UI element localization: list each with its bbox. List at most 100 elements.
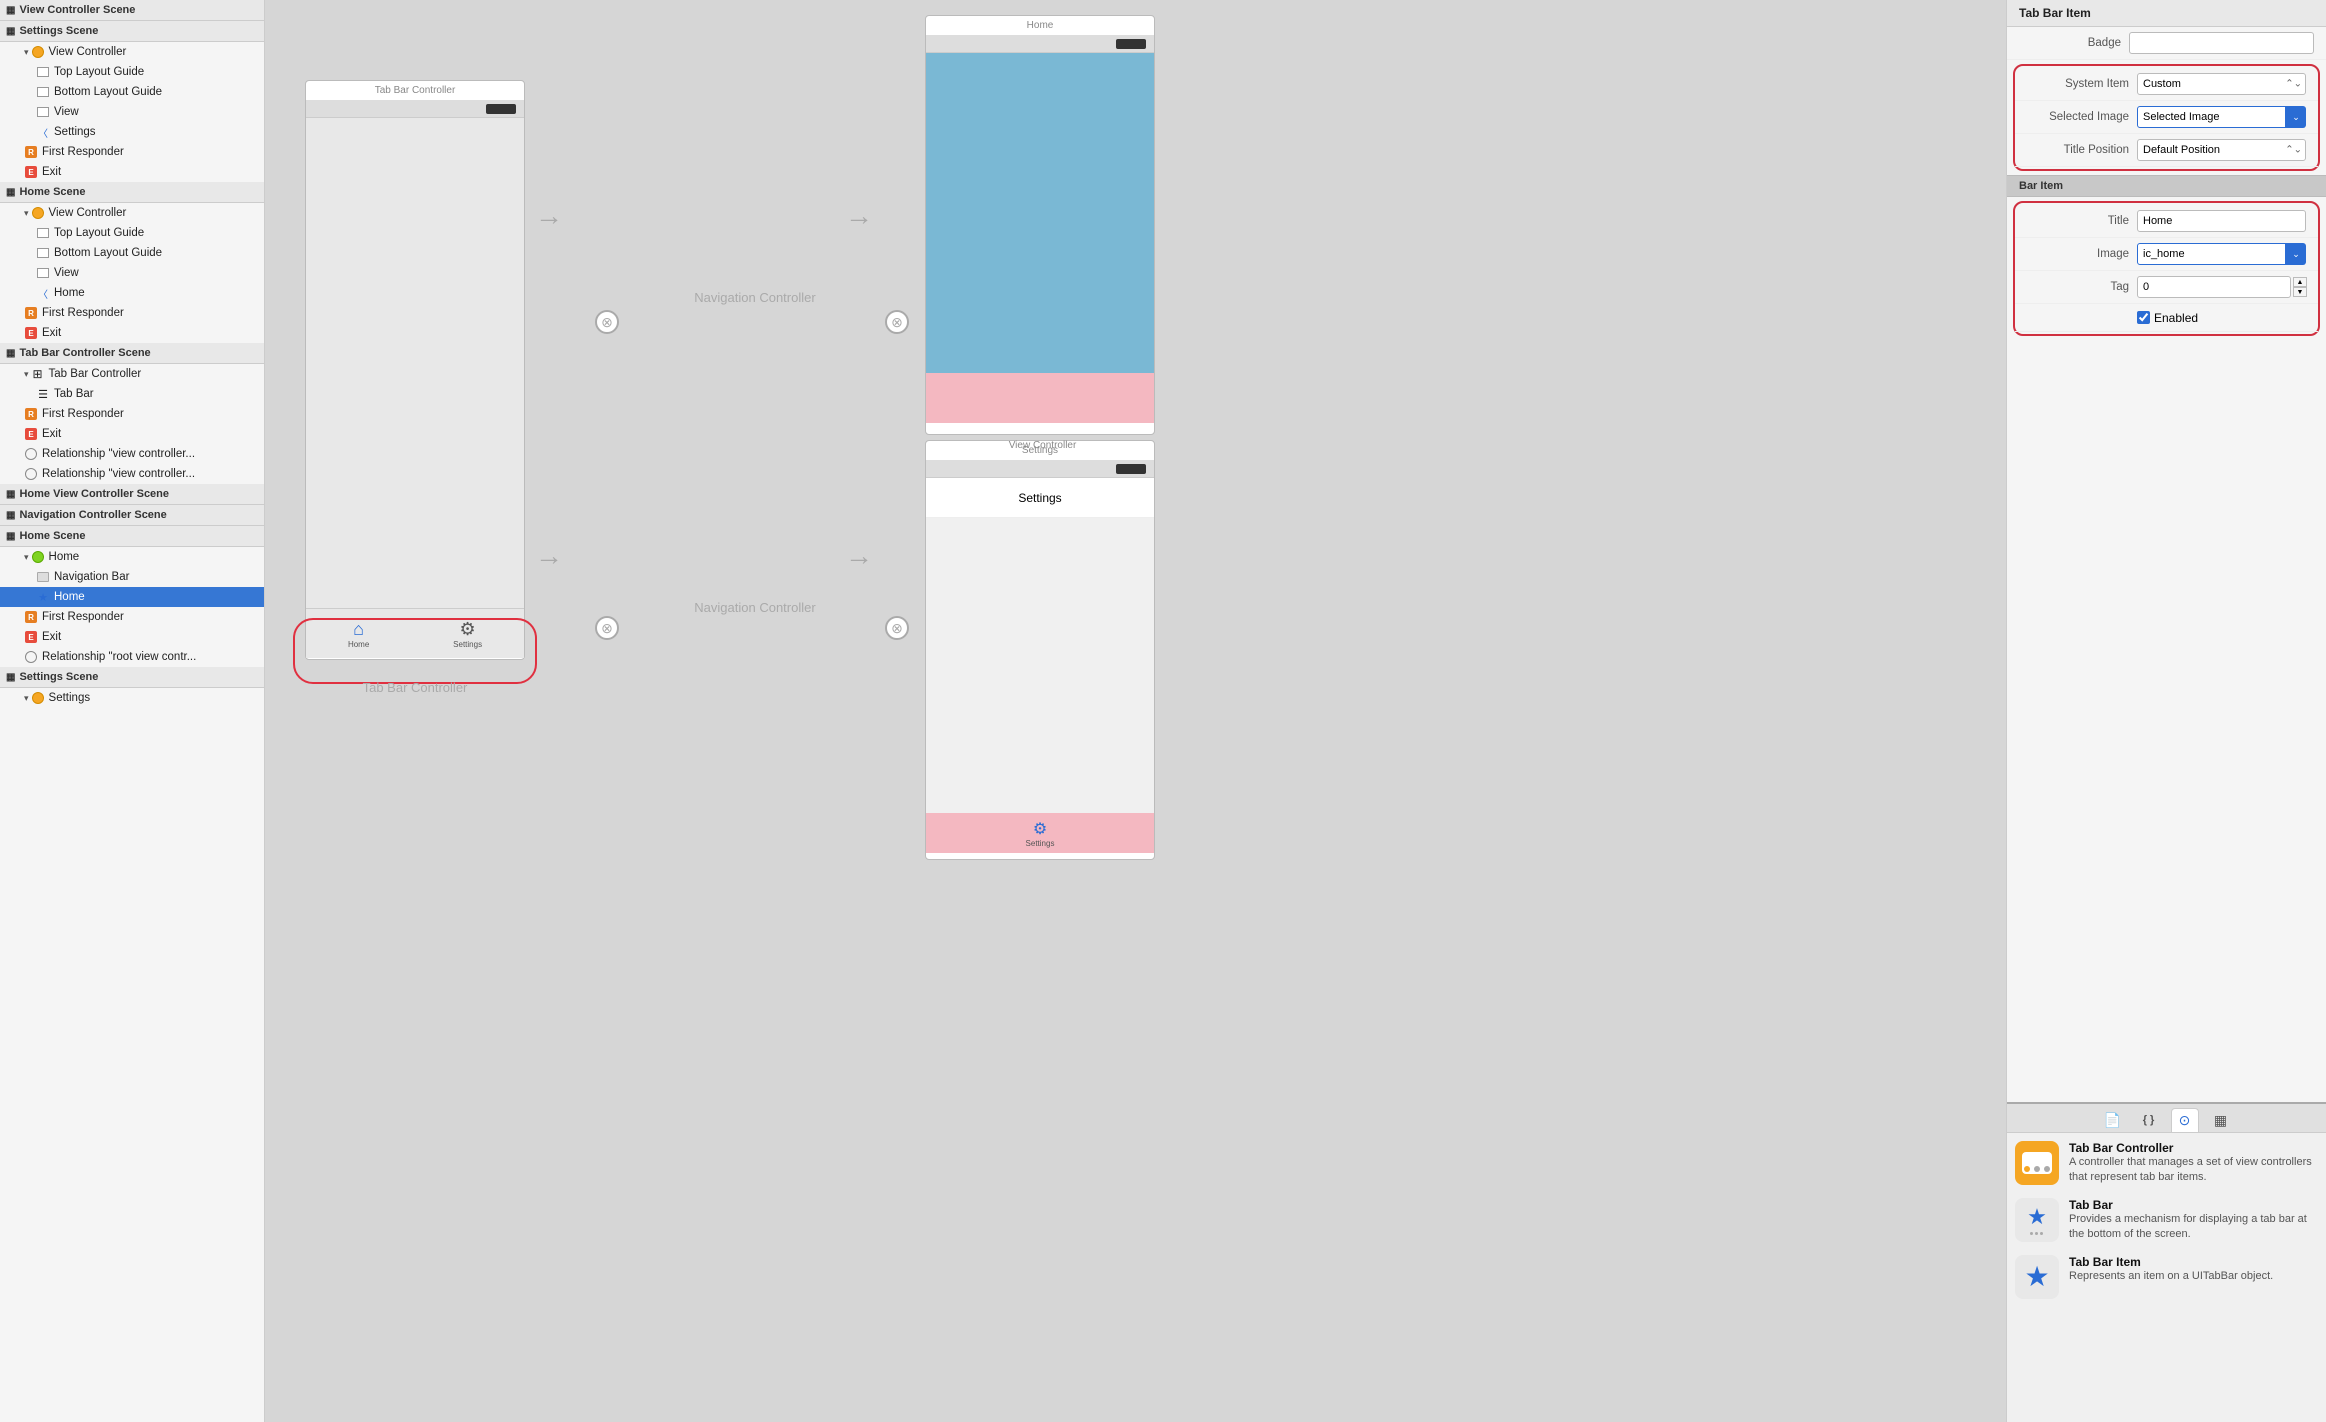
rect-icon [36, 266, 50, 280]
tbi-lib-text: Tab Bar Item Represents an item on a UIT… [2069, 1255, 2318, 1284]
home-scene-frame: Home [925, 15, 1155, 435]
relationship-icon [24, 467, 38, 481]
scene-icon: ▦ [6, 489, 15, 500]
sidebar-item-tab-bar[interactable]: ☰ Tab Bar [0, 384, 264, 404]
lib-tab-media[interactable]: ⊙ [2171, 1108, 2199, 1132]
settings-tab-icon: ⚙ [460, 619, 476, 640]
home-tab-item[interactable]: ⌂ Home [348, 619, 369, 649]
sidebar-item-first-resp-top[interactable]: R First Responder [0, 142, 264, 162]
tag-increment[interactable]: ▲ [2293, 277, 2307, 287]
enabled-checkbox-group: Enabled [2137, 311, 2198, 325]
chevron-icon: ▾ [24, 208, 29, 219]
section-label: Settings Scene [19, 25, 98, 37]
sidebar-section-view-controller-scene: ▦ View Controller Scene [0, 0, 264, 21]
status-indicator [1116, 39, 1146, 49]
system-item-oval: System Item Custom ⌃⌄ Selected Image Sel… [2013, 64, 2320, 171]
inspector-panel: Tab Bar Item Badge System Item Custom ⌃⌄… [2007, 0, 2326, 1102]
sidebar-item-nav-bar[interactable]: Navigation Bar [0, 567, 264, 587]
badge-label: Badge [2019, 37, 2129, 49]
badge-input[interactable] [2129, 32, 2314, 54]
scene-icon: ▦ [6, 26, 15, 37]
sidebar-item-vc-top[interactable]: ▾ View Controller [0, 42, 264, 62]
selected-image-row: Selected Image Selected Image ⌄ [2015, 101, 2318, 134]
tab-bar-content-area [306, 118, 524, 608]
green-dot-icon [31, 550, 45, 564]
sidebar-item-settings-link[interactable]: 〈 Settings [0, 122, 264, 142]
sidebar-item-tbc[interactable]: ▾ ⊞ Tab Bar Controller [0, 364, 264, 384]
sidebar-item-settings-dot[interactable]: ▾ Settings [0, 688, 264, 708]
bar-image-label: Image [2027, 248, 2137, 260]
sidebar-item-bottom-layout-home[interactable]: Bottom Layout Guide [0, 243, 264, 263]
sidebar-item-view-home[interactable]: View [0, 263, 264, 283]
bar-item-oval: Title Image ic_home ⌄ Tag [2013, 201, 2320, 336]
item-label: Home [54, 287, 85, 299]
enabled-checkbox[interactable] [2137, 311, 2150, 324]
tag-decrement[interactable]: ▼ [2293, 287, 2307, 297]
system-item-select[interactable]: Custom [2137, 73, 2306, 95]
settings-nav-bar: Settings [926, 478, 1154, 518]
sidebar-item-rel2[interactable]: Relationship "view controller... [0, 464, 264, 484]
section-label: Navigation Controller Scene [19, 509, 166, 521]
item-label: First Responder [42, 146, 124, 158]
selected-image-select[interactable]: Selected Image [2137, 106, 2286, 128]
sidebar-item-exit-home[interactable]: E Exit [0, 323, 264, 343]
sidebar-item-first-resp-home[interactable]: R First Responder [0, 303, 264, 323]
library-items-list: Tab Bar Controller A controller that man… [2007, 1133, 2326, 1422]
sidebar: ▦ View Controller Scene ▦ Settings Scene… [0, 0, 265, 1422]
storyboard-canvas[interactable]: Tab Bar Controller ⌂ Home ⚙ Settings Tab… [265, 0, 2006, 1422]
item-label: View Controller [49, 207, 127, 219]
settings-tab-item[interactable]: ⚙ Settings [453, 619, 482, 649]
sidebar-item-view-top[interactable]: View [0, 102, 264, 122]
status-bar [306, 100, 524, 118]
sidebar-item-exit-hb[interactable]: E Exit [0, 627, 264, 647]
title-position-select[interactable]: Default Position [2137, 139, 2306, 161]
sidebar-section-home-scene-bottom: ▦ Home Scene [0, 526, 264, 547]
sidebar-item-top-layout[interactable]: Top Layout Guide [0, 62, 264, 82]
connector-nav-settings-bottom: ⊗ [885, 616, 909, 640]
sidebar-item-first-resp-hb[interactable]: R First Responder [0, 607, 264, 627]
tbc-icon-inner [2022, 1152, 2052, 1174]
bar-tag-input[interactable] [2137, 276, 2291, 298]
tab-bar-controller-frame: Tab Bar Controller ⌂ Home ⚙ Settings [305, 80, 525, 660]
sidebar-item-vc-home[interactable]: ▾ View Controller [0, 203, 264, 223]
item-label: Home [49, 551, 80, 563]
bar-image-row: Image ic_home ⌄ [2015, 238, 2318, 271]
sidebar-item-bottom-layout[interactable]: Bottom Layout Guide [0, 82, 264, 102]
responder-icon: R [24, 306, 38, 320]
tag-stepper[interactable]: ▲ ▼ [2293, 277, 2307, 297]
settings-status-bar [926, 460, 1154, 478]
chevron-blue-icon: 〈 [36, 125, 50, 139]
sidebar-item-exit-tbc[interactable]: E Exit [0, 424, 264, 444]
bar-title-row: Title [2015, 205, 2318, 238]
sidebar-item-home-nav[interactable]: ▾ Home [0, 547, 264, 567]
responder-icon: R [24, 407, 38, 421]
sidebar-item-home-star[interactable]: ★ Home [0, 587, 264, 607]
tb-lib-title: Tab Bar [2069, 1198, 2318, 1212]
tab-bar-icon: ☰ [36, 387, 50, 401]
sidebar-item-first-resp-tbc[interactable]: R First Responder [0, 404, 264, 424]
enabled-label: Enabled [2154, 311, 2198, 325]
item-label: Bottom Layout Guide [54, 247, 162, 259]
lib-tab-object[interactable]: { } [2135, 1108, 2163, 1132]
nav-bar-icon [36, 570, 50, 584]
item-label: Settings [54, 126, 96, 138]
lib-tab-snippet[interactable]: ▦ [2207, 1108, 2235, 1132]
responder-icon: R [24, 610, 38, 624]
sidebar-item-top-layout-home[interactable]: Top Layout Guide [0, 223, 264, 243]
bar-image-select[interactable]: ic_home [2137, 243, 2286, 265]
responder-icon: R [24, 145, 38, 159]
sidebar-item-rel-root[interactable]: Relationship "root view contr... [0, 647, 264, 667]
sidebar-item-rel1[interactable]: Relationship "view controller... [0, 444, 264, 464]
bar-title-input[interactable] [2137, 210, 2306, 232]
tbi-lib-icon: ★ [2015, 1255, 2059, 1299]
bar-tag-row: Tag ▲ ▼ [2015, 271, 2318, 304]
image-select-blue-arrow: ⌄ [2286, 243, 2306, 265]
sidebar-item-home-link[interactable]: 〈 Home [0, 283, 264, 303]
scene-icon: ▦ [6, 187, 15, 198]
sidebar-item-exit-top[interactable]: E Exit [0, 162, 264, 182]
arrow-nav-to-home: → [845, 200, 873, 232]
bar-item-section-header: Bar Item [2007, 175, 2326, 197]
rect-icon [36, 105, 50, 119]
lib-tab-file[interactable]: 📄 [2099, 1108, 2127, 1132]
mini-dots [2030, 1232, 2043, 1235]
